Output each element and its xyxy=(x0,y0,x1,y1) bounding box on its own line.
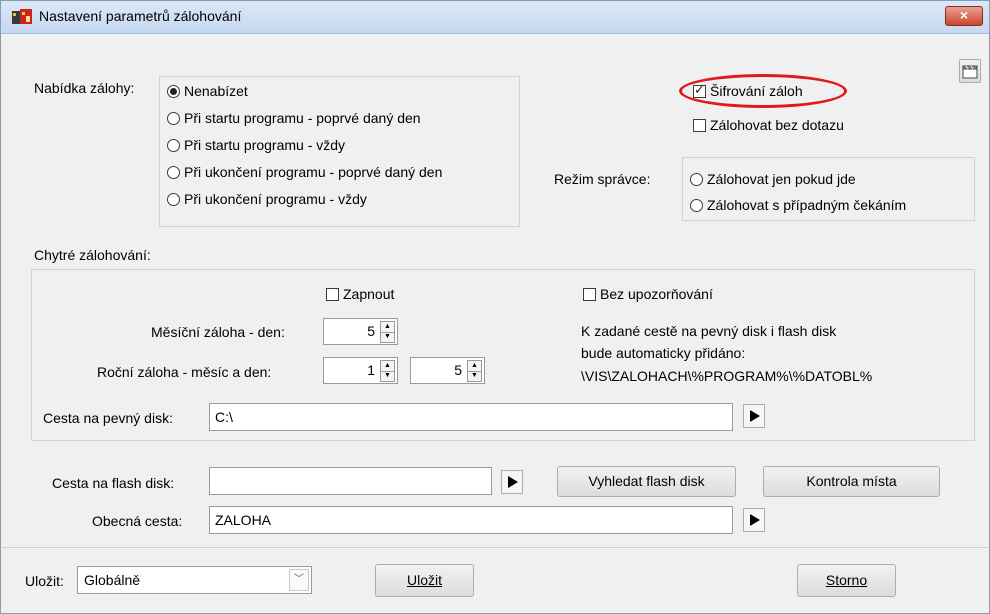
radio-icon xyxy=(167,192,180,206)
close-icon: × xyxy=(959,7,969,23)
app-icon xyxy=(12,9,32,24)
radio-icon xyxy=(167,138,180,152)
spin-down-icon[interactable]: ▼ xyxy=(468,371,481,381)
offer-option-start-first[interactable]: Při startu programu - poprvé daný den xyxy=(167,110,421,126)
flash-browse-button[interactable] xyxy=(501,470,523,494)
general-path-input[interactable]: ZALOHA xyxy=(209,506,733,534)
info-text-line3: \VIS\ZALOHACH\%PROGRAM%\%DATOBL% xyxy=(581,368,873,384)
yearly-month-spinner[interactable]: 1 ▲ ▼ xyxy=(323,357,398,384)
checkbox-icon xyxy=(693,118,706,132)
window-title: Nastavení parametrů zálohování xyxy=(39,8,242,24)
export-button[interactable] xyxy=(959,59,981,83)
hdd-browse-button[interactable] xyxy=(743,404,765,428)
general-browse-button[interactable] xyxy=(743,508,765,532)
spin-down-icon[interactable]: ▼ xyxy=(381,371,394,381)
info-text-line2: bude automaticky přidáno: xyxy=(581,345,746,361)
save-scope-select[interactable]: Globálně ﹀ xyxy=(77,566,312,594)
offer-option-start-always[interactable]: Při startu programu - vždy xyxy=(167,137,345,153)
checkbox-icon xyxy=(326,287,339,301)
no-warning-checkbox[interactable]: Bez upozorňování xyxy=(583,286,713,302)
title-bar: Nastavení parametrů zálohování × xyxy=(1,1,989,34)
admin-option-wait[interactable]: Zálohovat s případným čekáním xyxy=(690,197,906,213)
check-space-button[interactable]: Kontrola místa xyxy=(763,466,940,497)
radio-icon xyxy=(167,111,180,125)
chevron-down-icon[interactable]: ﹀ xyxy=(289,569,309,591)
close-button[interactable]: × xyxy=(945,6,983,26)
checkbox-icon xyxy=(583,287,596,301)
no-prompt-checkbox[interactable]: Zálohovat bez dotazu xyxy=(693,117,844,133)
offer-label: Nabídka zálohy: xyxy=(34,80,135,96)
save-button[interactable]: Uložit xyxy=(375,564,474,597)
enable-checkbox[interactable]: Zapnout xyxy=(326,286,394,302)
yearly-day-spinner[interactable]: 5 ▲ ▼ xyxy=(410,357,485,384)
admin-option-if-possible[interactable]: Zálohovat jen pokud jde xyxy=(690,171,856,187)
info-text-line1: K zadané cestě na pevný disk i flash dis… xyxy=(581,323,837,339)
offer-option-exit-first[interactable]: Při ukončení programu - poprvé daný den xyxy=(167,164,442,180)
monthly-label: Měsíční záloha - den: xyxy=(151,324,285,340)
radio-icon xyxy=(690,172,703,186)
save-scope-label: Uložit: xyxy=(25,573,64,589)
radio-icon xyxy=(167,165,180,179)
hdd-path-input[interactable]: C:\ xyxy=(209,403,733,431)
find-flash-button[interactable]: Vyhledat flash disk xyxy=(557,466,736,497)
checkbox-checked-icon xyxy=(693,82,706,98)
hdd-path-label: Cesta na pevný disk: xyxy=(43,410,173,426)
radio-icon xyxy=(690,198,703,212)
flash-path-input[interactable] xyxy=(209,467,492,495)
offer-option-exit-always[interactable]: Při ukončení programu - vždy xyxy=(167,191,367,207)
general-path-label: Obecná cesta: xyxy=(92,513,183,529)
radio-selected-icon xyxy=(167,84,180,98)
offer-option-none[interactable]: Nenabízet xyxy=(167,83,248,99)
cancel-button[interactable]: Storno xyxy=(797,564,896,597)
encrypt-checkbox[interactable]: Šifrování záloh xyxy=(693,82,803,99)
footer-separator xyxy=(2,547,988,548)
admin-label: Režim správce: xyxy=(554,171,651,187)
settings-dialog: Nastavení parametrů zálohování × Nabídka… xyxy=(0,0,990,614)
spin-down-icon[interactable]: ▼ xyxy=(381,332,394,342)
export-icon xyxy=(962,65,978,79)
monthly-day-spinner[interactable]: 5 ▲ ▼ xyxy=(323,318,398,345)
smart-backup-label: Chytré zálohování: xyxy=(34,247,151,263)
flash-path-label: Cesta na flash disk: xyxy=(52,475,175,491)
yearly-label: Roční záloha - měsíc a den: xyxy=(97,364,272,380)
